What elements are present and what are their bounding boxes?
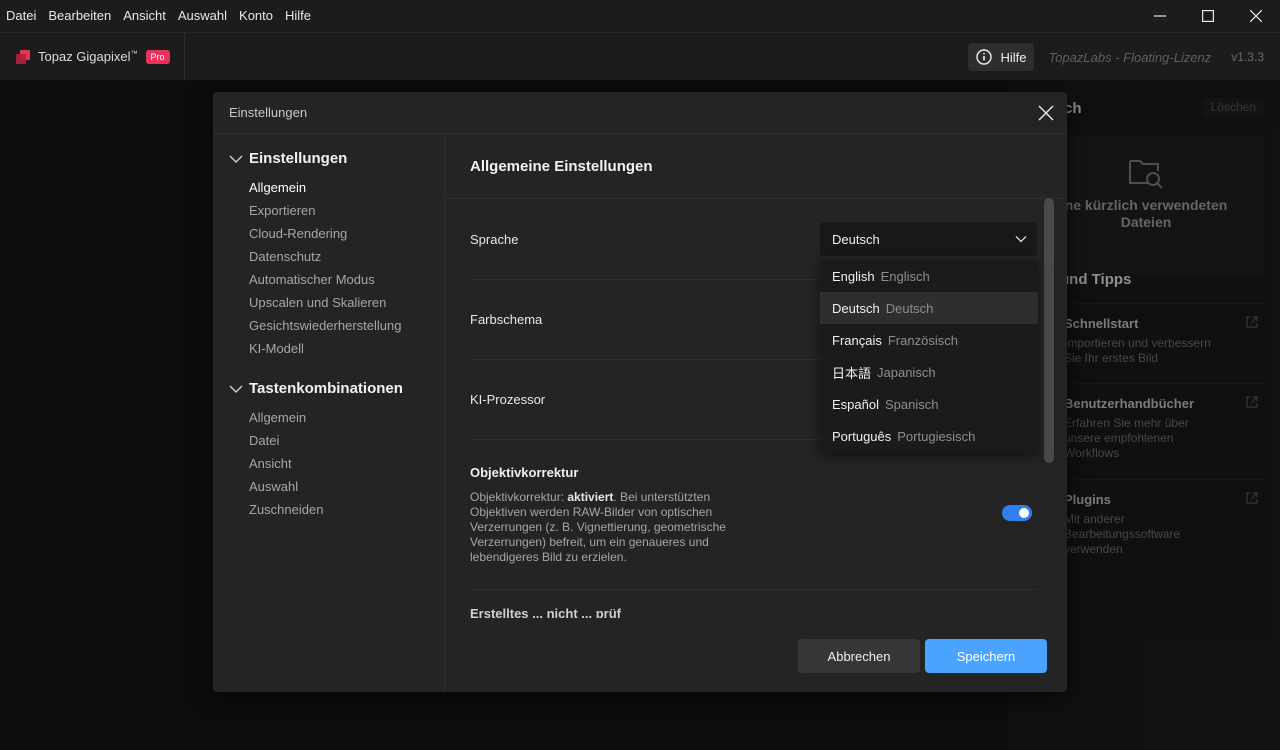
nav-item-gesichtswiederherstellung[interactable]: Gesichtswiederherstellung [249,318,401,333]
chevron-down-icon [229,155,243,163]
scrollbar-thumb[interactable] [1044,198,1054,463]
license-label: TopazLabs - Floating-Lizenz [1048,49,1212,65]
ai-processor-label: KI-Prozessor [470,392,546,407]
nav-item-datenschutz[interactable]: Datenschutz [249,249,321,264]
nav-item-upscalen[interactable]: Upscalen und Skalieren [249,295,386,310]
chevron-down-icon [229,385,243,393]
maximize-button[interactable] [1184,0,1232,32]
language-option-portugues[interactable]: Português Portugiesisch [820,420,1038,452]
language-option-francais[interactable]: Français Französisch [820,324,1038,356]
nav-item-cloud-rendering[interactable]: Cloud-Rendering [249,226,347,241]
nav-item-shortcut-ansicht[interactable]: Ansicht [249,456,292,471]
divider [470,589,1036,590]
window-close-button[interactable] [1232,0,1280,32]
lens-correction-toggle[interactable] [1002,505,1032,521]
nav-item-shortcut-zuschneiden[interactable]: Zuschneiden [249,502,323,517]
settings-nav: Einstellungen Allgemein Exportieren Clou… [213,134,445,692]
header-right: Hilfe TopazLabs - Floating-Lizenz v1.3.3 [968,33,1280,81]
nav-item-automatischer-modus[interactable]: Automatischer Modus [249,272,375,287]
nav-item-exportieren[interactable]: Exportieren [249,203,315,218]
settings-content: Allgemeine Einstellungen Sprache Farbsch… [446,134,1067,618]
dialog-title: Einstellungen [229,105,308,120]
nav-section-settings[interactable]: Einstellungen [229,150,347,167]
divider [446,198,1067,199]
lens-correction-title: Objektivkorrektur [470,465,579,480]
toggle-knob [1019,508,1029,518]
cancel-button[interactable]: Abbrechen [798,639,920,673]
chevron-down-icon [1015,236,1027,243]
menu-datei[interactable]: Datei [0,0,42,32]
language-label: Sprache [470,232,519,247]
close-icon [1250,10,1262,22]
language-option-english[interactable]: English Englisch [820,260,1038,292]
pro-badge: Pro [145,49,170,64]
nav-item-ki-modell[interactable]: KI-Modell [249,341,304,356]
version-label: v1.3.3 [1231,50,1264,64]
brand: Topaz Gigapixel™ Pro [0,32,185,81]
nav-item-shortcut-datei[interactable]: Datei [249,433,279,448]
language-option-espanol[interactable]: Español Spanisch [820,388,1038,420]
language-option-japanese[interactable]: 日本語 Japanisch [820,356,1038,388]
nav-item-shortcut-allgemein[interactable]: Allgemein [249,410,306,425]
menu-bearbeiten[interactable]: Bearbeiten [42,0,117,32]
lens-correction-description: Objektivkorrektur: aktiviert. Bei unters… [470,490,726,564]
menu-ansicht[interactable]: Ansicht [117,0,172,32]
content-scrollbar[interactable] [1044,198,1054,618]
dialog-close-button[interactable] [1035,102,1057,124]
window-controls [1136,0,1280,32]
menu-hilfe[interactable]: Hilfe [279,0,317,32]
language-option-deutsch[interactable]: Deutsch Deutsch [820,292,1038,324]
app-name: Topaz Gigapixel™ [38,49,138,64]
nav-item-allgemein[interactable]: Allgemein [249,180,306,195]
settings-dialog: Einstellungen Einstellungen Allgemein Ex… [213,92,1067,692]
menu-auswahl[interactable]: Auswahl [172,0,233,32]
content-title: Allgemeine Einstellungen [470,158,653,175]
menu-bar: Datei Bearbeiten Ansicht Auswahl Konto H… [0,0,1280,32]
language-select[interactable]: Deutsch [820,222,1037,256]
close-icon [1038,105,1054,121]
app-header: Topaz Gigapixel™ Pro Hilfe TopazLabs - F… [0,32,1280,81]
maximize-icon [1202,10,1214,22]
nav-section-shortcuts[interactable]: Tastenkombinationen [229,380,403,397]
menu-konto[interactable]: Konto [233,0,279,32]
dialog-header: Einstellungen [213,92,1067,134]
help-label: Hilfe [1000,49,1027,65]
language-select-value: Deutsch [832,231,880,247]
help-button[interactable]: Hilfe [968,43,1035,71]
next-setting-label: Erstelltes ... nicht ... prüf [470,606,621,618]
topaz-logo-icon [16,49,30,64]
minimize-icon [1154,15,1166,17]
save-button[interactable]: Speichern [925,639,1047,673]
dialog-footer: Abbrechen Speichern [446,618,1067,692]
nav-item-shortcut-auswahl[interactable]: Auswahl [249,479,298,494]
minimize-button[interactable] [1136,0,1184,32]
info-icon [976,49,993,65]
language-dropdown: English Englisch Deutsch Deutsch Français F… [820,260,1038,452]
color-scheme-label: Farbschema [470,312,543,327]
